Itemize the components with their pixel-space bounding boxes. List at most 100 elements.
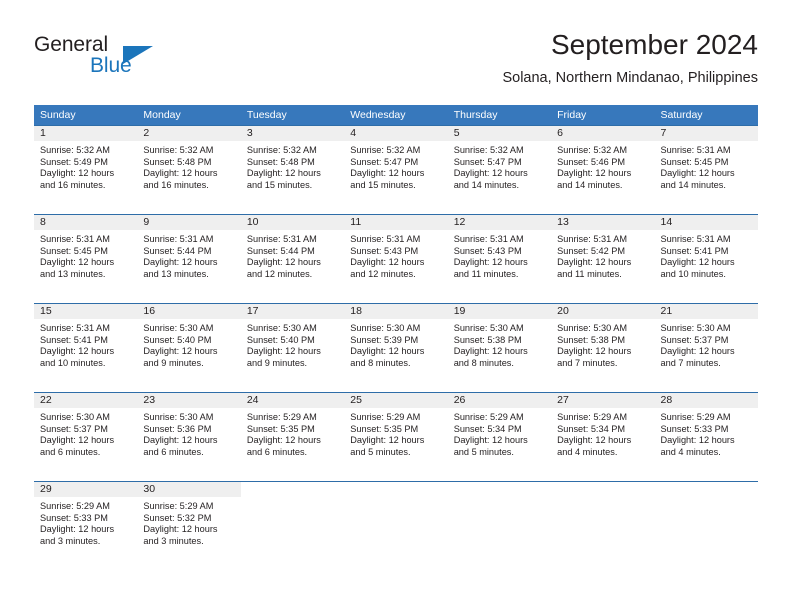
daylight-text-line2: and 9 minutes.: [246, 357, 308, 368]
sunrise-text: Sunrise: 5:30 AM: [40, 412, 110, 422]
calendar-day-cell[interactable]: 24 Sunrise: 5:29 AM Sunset: 5:35 PM Dayligh…: [240, 393, 345, 481]
calendar-week-row: 22 Sunrise: 5:30 AM Sunset: 5:37 PM Dayligh…: [34, 392, 758, 482]
calendar-day-cell[interactable]: 10 Sunrise: 5:31 AM Sunset: 5:44 PM Dayligh…: [240, 215, 345, 303]
calendar-day-cell[interactable]: 26 Sunrise: 5:29 AM Sunset: 5:34 PM Dayligh…: [447, 393, 552, 481]
calendar-day-cell[interactable]: 22 Sunrise: 5:30 AM Sunset: 5:37 PM Dayligh…: [34, 393, 138, 481]
generalblue-logo[interactable]: General Blue: [34, 33, 214, 83]
day-number: 10: [240, 215, 345, 230]
sunset-text: Sunset: 5:34 PM: [453, 423, 522, 434]
sunset-text: Sunset: 5:46 PM: [557, 156, 626, 167]
daylight-text-line1: Daylight: 12 hours: [40, 257, 115, 268]
calendar-day-cell[interactable]: 30 Sunrise: 5:29 AM Sunset: 5:32 PM Dayligh…: [137, 482, 241, 571]
sunset-text: Sunset: 5:37 PM: [40, 423, 108, 434]
calendar-day-cell[interactable]: 15 Sunrise: 5:31 AM Sunset: 5:41 PM Dayligh…: [34, 304, 138, 392]
sunset-text: Sunset: 5:38 PM: [453, 334, 522, 345]
sunset-text: Sunset: 5:48 PM: [143, 156, 212, 167]
daylight-text-line1: Daylight: 12 hours: [143, 524, 218, 535]
calendar-day-cell[interactable]: 29 Sunrise: 5:29 AM Sunset: 5:33 PM Dayligh…: [34, 482, 138, 571]
day-details: Sunrise: 5:30 AM Sunset: 5:38 PM Daylight:…: [448, 319, 551, 369]
calendar-day-cell[interactable]: 25 Sunrise: 5:29 AM Sunset: 5:35 PM Dayligh…: [344, 393, 448, 481]
day-number: 11: [344, 215, 448, 230]
calendar-day-cell[interactable]: 14 Sunrise: 5:31 AM Sunset: 5:41 PM Dayligh…: [654, 215, 758, 303]
calendar-day-cell[interactable]: 5 Sunrise: 5:32 AM Sunset: 5:47 PM Daylight…: [447, 126, 552, 214]
calendar-day-cell[interactable]: 28 Sunrise: 5:29 AM Sunset: 5:33 PM Dayligh…: [654, 393, 758, 481]
daylight-text-line2: and 15 minutes.: [246, 179, 313, 190]
daylight-text-line1: Daylight: 12 hours: [350, 346, 425, 357]
weekday-header-sunday: Sunday: [34, 105, 138, 126]
sunrise-text: Sunrise: 5:31 AM: [660, 145, 731, 155]
daylight-text-line1: Daylight: 12 hours: [660, 435, 735, 446]
calendar-day-cell[interactable]: 17 Sunrise: 5:30 AM Sunset: 5:40 PM Dayligh…: [240, 304, 345, 392]
page-header: General Blue September 2024 Solana, Nort…: [0, 0, 792, 100]
weekday-header-friday: Friday: [551, 105, 655, 126]
calendar-day-cell[interactable]: 20 Sunrise: 5:30 AM Sunset: 5:38 PM Dayligh…: [551, 304, 655, 392]
day-details: Sunrise: 5:30 AM Sunset: 5:37 PM Daylight:…: [655, 319, 758, 369]
day-number: 17: [240, 304, 345, 319]
sunset-text: Sunset: 5:45 PM: [40, 245, 108, 256]
weekday-header-tuesday: Tuesday: [240, 105, 345, 126]
calendar-day-cell[interactable]: 12 Sunrise: 5:31 AM Sunset: 5:43 PM Dayligh…: [447, 215, 552, 303]
sunset-text: Sunset: 5:49 PM: [40, 156, 108, 167]
day-number: 27: [551, 393, 655, 408]
day-number: 3: [240, 126, 345, 141]
daylight-text-line1: Daylight: 12 hours: [453, 435, 528, 446]
calendar-day-cell[interactable]: 23 Sunrise: 5:30 AM Sunset: 5:36 PM Dayligh…: [137, 393, 241, 481]
calendar-day-cell[interactable]: 27 Sunrise: 5:29 AM Sunset: 5:34 PM Dayligh…: [551, 393, 655, 481]
calendar-empty-cell: [655, 482, 758, 571]
calendar-day-cell[interactable]: 3 Sunrise: 5:32 AM Sunset: 5:48 PM Daylight…: [240, 126, 345, 214]
daylight-text-line2: and 16 minutes.: [143, 179, 209, 190]
calendar-day-cell[interactable]: 7 Sunrise: 5:31 AM Sunset: 5:45 PM Daylight…: [654, 126, 758, 214]
daylight-text-line1: Daylight: 12 hours: [246, 257, 321, 268]
calendar-empty-cell: [241, 482, 344, 571]
sunrise-text: Sunrise: 5:29 AM: [453, 412, 524, 422]
page-subtitle: Solana, Northern Mindanao, Philippines: [502, 70, 758, 86]
calendar-day-cell[interactable]: 11 Sunrise: 5:31 AM Sunset: 5:43 PM Dayligh…: [344, 215, 448, 303]
sunrise-text: Sunrise: 5:32 AM: [40, 145, 110, 155]
calendar-day-cell[interactable]: 13 Sunrise: 5:31 AM Sunset: 5:42 PM Dayligh…: [551, 215, 655, 303]
calendar-day-cell[interactable]: 18 Sunrise: 5:30 AM Sunset: 5:39 PM Dayligh…: [344, 304, 448, 392]
day-details: Sunrise: 5:30 AM Sunset: 5:37 PM Daylight:…: [34, 408, 137, 458]
sunrise-text: Sunrise: 5:30 AM: [246, 323, 317, 333]
calendar-week-row: 8 Sunrise: 5:31 AM Sunset: 5:45 PM Daylight…: [34, 214, 758, 304]
daylight-text-line2: and 10 minutes.: [660, 268, 726, 279]
calendar-day-cell[interactable]: 4 Sunrise: 5:32 AM Sunset: 5:47 PM Daylight…: [344, 126, 448, 214]
day-details: Sunrise: 5:32 AM Sunset: 5:47 PM Daylight:…: [344, 141, 447, 191]
day-details: Sunrise: 5:31 AM Sunset: 5:45 PM Daylight:…: [655, 141, 758, 191]
sunrise-text: Sunrise: 5:32 AM: [143, 145, 214, 155]
daylight-text-line1: Daylight: 12 hours: [40, 435, 115, 446]
day-details: Sunrise: 5:32 AM Sunset: 5:48 PM Daylight:…: [241, 141, 344, 191]
sunrise-text: Sunrise: 5:31 AM: [660, 234, 731, 244]
calendar-day-cell[interactable]: 16 Sunrise: 5:30 AM Sunset: 5:40 PM Dayligh…: [137, 304, 241, 392]
sunset-text: Sunset: 5:38 PM: [557, 334, 626, 345]
day-details: Sunrise: 5:31 AM Sunset: 5:45 PM Daylight:…: [34, 230, 137, 280]
calendar-day-cell[interactable]: 9 Sunrise: 5:31 AM Sunset: 5:44 PM Daylight…: [137, 215, 241, 303]
daylight-text-line2: and 16 minutes.: [40, 179, 106, 190]
calendar-day-cell[interactable]: 8 Sunrise: 5:31 AM Sunset: 5:45 PM Daylight…: [34, 215, 138, 303]
daylight-text-line1: Daylight: 12 hours: [350, 435, 425, 446]
calendar-day-cell[interactable]: 6 Sunrise: 5:32 AM Sunset: 5:46 PM Daylight…: [551, 126, 655, 214]
day-number: 12: [447, 215, 552, 230]
calendar-day-cell[interactable]: 2 Sunrise: 5:32 AM Sunset: 5:48 PM Daylight…: [137, 126, 241, 214]
day-details: Sunrise: 5:29 AM Sunset: 5:33 PM Daylight:…: [34, 497, 137, 547]
daylight-text-line2: and 15 minutes.: [350, 179, 416, 190]
day-number: 19: [447, 304, 552, 319]
daylight-text-line2: and 6 minutes.: [143, 446, 204, 457]
sunset-text: Sunset: 5:40 PM: [143, 334, 212, 345]
day-details: Sunrise: 5:31 AM Sunset: 5:43 PM Daylight:…: [448, 230, 551, 280]
day-details: Sunrise: 5:32 AM Sunset: 5:48 PM Daylight:…: [137, 141, 240, 191]
day-number: 22: [34, 393, 138, 408]
calendar-day-cell[interactable]: 1 Sunrise: 5:32 AM Sunset: 5:49 PM Daylight…: [34, 126, 138, 214]
sunrise-text: Sunrise: 5:30 AM: [350, 323, 421, 333]
calendar-header-row: Sunday Monday Tuesday Wednesday Thursday…: [34, 105, 758, 126]
calendar-day-cell[interactable]: 19 Sunrise: 5:30 AM Sunset: 5:38 PM Dayligh…: [447, 304, 552, 392]
sunset-text: Sunset: 5:43 PM: [453, 245, 522, 256]
day-number: 8: [34, 215, 138, 230]
daylight-text-line2: and 3 minutes.: [40, 535, 101, 546]
calendar-day-cell[interactable]: 21 Sunrise: 5:30 AM Sunset: 5:37 PM Dayligh…: [654, 304, 758, 392]
calendar-empty-cell: [551, 482, 654, 571]
day-number: 18: [344, 304, 448, 319]
daylight-text-line1: Daylight: 12 hours: [453, 346, 528, 357]
sunset-text: Sunset: 5:44 PM: [143, 245, 212, 256]
day-number: 23: [137, 393, 241, 408]
day-details: Sunrise: 5:30 AM Sunset: 5:40 PM Daylight:…: [137, 319, 240, 369]
